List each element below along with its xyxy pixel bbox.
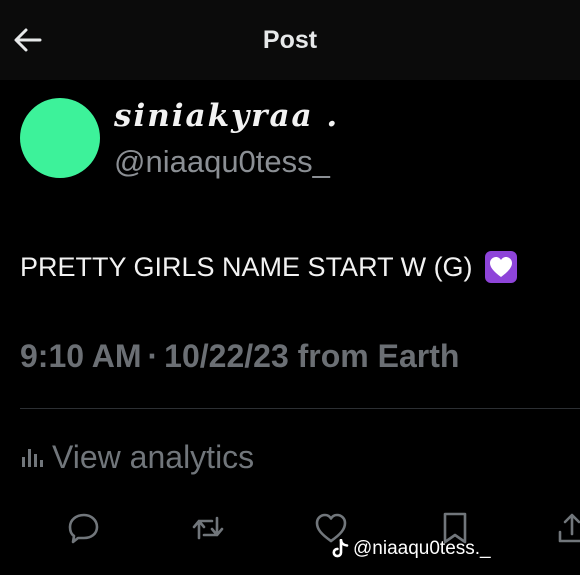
avatar[interactable] xyxy=(20,98,100,178)
view-analytics-label: View analytics xyxy=(52,438,255,475)
repost-icon[interactable] xyxy=(190,510,226,546)
divider xyxy=(20,408,580,409)
action-bar xyxy=(0,510,580,550)
view-analytics-link[interactable]: View analytics xyxy=(20,437,254,477)
watermark-text: @niaaqu0tess._ xyxy=(353,538,491,559)
top-bar: Post xyxy=(0,0,580,80)
meta-separator: · xyxy=(147,338,159,374)
post-date: 10/22/23 xyxy=(164,338,289,374)
tiktok-watermark: @niaaqu0tess._ xyxy=(331,538,491,560)
reply-icon[interactable] xyxy=(66,510,102,546)
post-meta: 9:10 AM · 10/22/23 from Earth xyxy=(20,338,459,375)
post-text-row: PRETTY GIRLS NAME START W (G) xyxy=(20,251,517,283)
author-display-name[interactable]: siniakyraa . xyxy=(114,98,339,134)
author-handle[interactable]: @niaaqu0tess_ xyxy=(114,144,330,180)
post-source: from Earth xyxy=(297,338,460,374)
post-text: PRETTY GIRLS NAME START W (G) xyxy=(20,251,473,282)
post-time: 9:10 AM xyxy=(20,338,142,374)
tiktok-icon xyxy=(332,539,349,558)
share-icon[interactable] xyxy=(554,510,580,546)
page-title: Post xyxy=(262,26,318,54)
analytics-bars-icon xyxy=(22,449,43,467)
purple-heart-emoji xyxy=(484,251,517,283)
